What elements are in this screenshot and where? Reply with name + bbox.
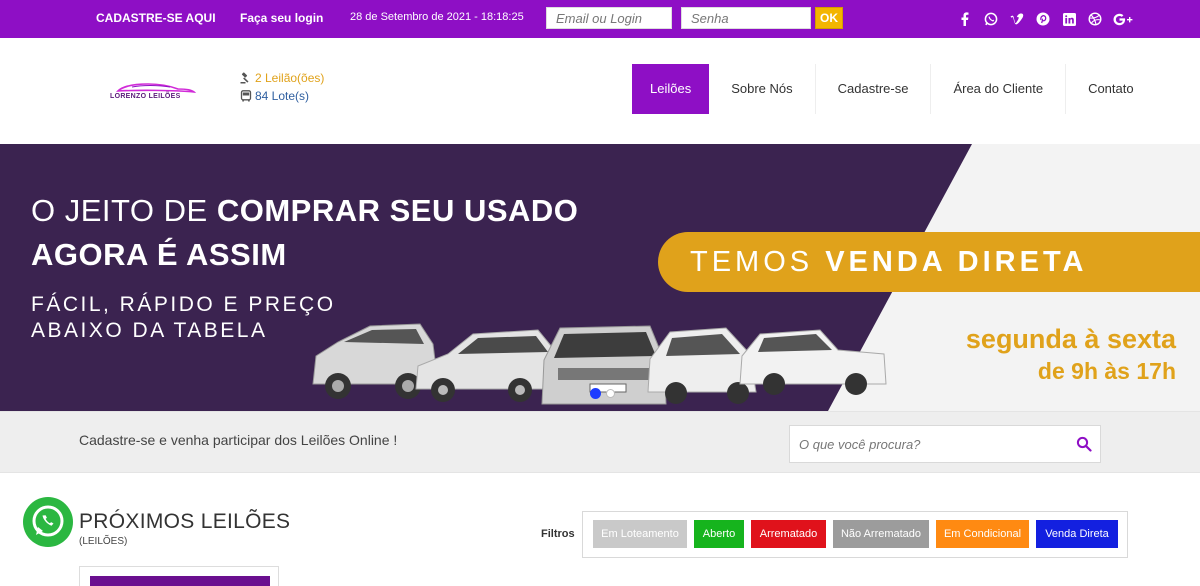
auction-stats: 2 Leilão(ões) 84 Lote(s) bbox=[240, 69, 324, 105]
banner-headline-light: O JEITO DE bbox=[31, 193, 208, 228]
filter-nao-arrematado[interactable]: Não Arrematado bbox=[833, 520, 929, 548]
site-logo[interactable]: LORENZO LEILÕES bbox=[110, 81, 202, 103]
facebook-icon[interactable] bbox=[952, 9, 978, 29]
auction-count: 2 Leilão(ões) bbox=[255, 71, 325, 85]
email-field[interactable] bbox=[546, 7, 672, 29]
vimeo-icon[interactable] bbox=[1004, 9, 1030, 29]
top-bar: CADASTRE-SE AQUI Faça seu login 28 de Se… bbox=[0, 0, 1200, 38]
whatsapp-logo-icon bbox=[32, 505, 64, 537]
filters-label: Filtros bbox=[541, 528, 575, 540]
banner-sub-line-1: FÁCIL, RÁPIDO E PREÇO bbox=[31, 293, 336, 316]
linkedin-icon[interactable] bbox=[1056, 9, 1082, 29]
gavel-icon bbox=[240, 72, 249, 84]
register-link[interactable]: CADASTRE-SE AQUI bbox=[96, 11, 216, 25]
social-links bbox=[952, 9, 1138, 29]
promo-banner[interactable]: O JEITO DE COMPRAR SEU USADO AGORA É ASS… bbox=[0, 144, 1200, 411]
main-nav: Leilões Sobre Nós Cadastre-se Área do Cl… bbox=[632, 64, 1156, 114]
google-plus-icon[interactable] bbox=[1108, 9, 1138, 29]
section-title: PRÓXIMOS LEILÕES bbox=[79, 510, 291, 533]
search-icon[interactable] bbox=[1076, 436, 1092, 452]
pill-light-text: TEMOS bbox=[690, 246, 814, 278]
auction-card[interactable] bbox=[79, 566, 279, 586]
logo-text: LORENZO LEILÕES bbox=[110, 93, 181, 100]
section-subtitle: (LEILÕES) bbox=[79, 536, 128, 547]
lot-count-link[interactable]: 84 Lote(s) bbox=[240, 87, 324, 105]
password-field[interactable] bbox=[681, 7, 811, 29]
car-gol bbox=[739, 329, 887, 395]
filter-venda-direta[interactable]: Venda Direta bbox=[1036, 520, 1118, 548]
filter-em-loteamento[interactable]: Em Loteamento bbox=[593, 520, 687, 548]
bus-icon bbox=[240, 90, 252, 102]
nav-item-cadastre-se[interactable]: Cadastre-se bbox=[816, 64, 932, 114]
filter-aberto[interactable]: Aberto bbox=[694, 520, 744, 548]
pill-bold-text: VENDA DIRETA bbox=[825, 246, 1088, 278]
whatsapp-icon[interactable] bbox=[978, 9, 1004, 29]
search-box bbox=[789, 425, 1101, 463]
datetime-display: 28 de Setembro de 2021 - 18:18:25 bbox=[350, 11, 524, 23]
carousel-dot-1[interactable] bbox=[590, 388, 601, 399]
schedule-hours: de 9h às 17h bbox=[1037, 358, 1176, 384]
nav-item-leiloes[interactable]: Leilões bbox=[632, 64, 710, 114]
login-link[interactable]: Faça seu login bbox=[240, 11, 323, 25]
register-message: Cadastre-se e venha participar dos Leilõ… bbox=[79, 432, 398, 448]
nav-item-contato[interactable]: Contato bbox=[1066, 64, 1156, 114]
banner-subheadline: FÁCIL, RÁPIDO E PREÇO ABAIXO DA TABELA bbox=[31, 292, 336, 344]
status-filters: Em Loteamento Aberto Arrematado Não Arre… bbox=[582, 511, 1128, 558]
lot-count: 84 Lote(s) bbox=[255, 89, 310, 103]
filter-em-condicional[interactable]: Em Condicional bbox=[936, 520, 1029, 548]
auction-card-header bbox=[90, 576, 270, 586]
search-input[interactable] bbox=[790, 426, 1070, 462]
banner-headline-bold-1: COMPRAR SEU USADO bbox=[216, 193, 579, 228]
dribbble-icon[interactable] bbox=[1082, 9, 1108, 29]
login-ok-button[interactable]: OK bbox=[815, 7, 843, 29]
car-sedan-1 bbox=[415, 329, 559, 402]
schedule-days: segunda à sexta bbox=[965, 324, 1176, 354]
search-strip: Cadastre-se e venha participar dos Leilõ… bbox=[0, 411, 1200, 473]
nav-item-area-do-cliente[interactable]: Área do Cliente bbox=[931, 64, 1067, 114]
carousel-dots bbox=[590, 388, 615, 399]
banner-headline: O JEITO DE COMPRAR SEU USADO AGORA É ASS… bbox=[31, 189, 578, 277]
banner-sub-line-2: ABAIXO DA TABELA bbox=[31, 319, 268, 342]
carousel-dot-2[interactable] bbox=[606, 389, 615, 398]
direct-sale-pill: TEMOS VENDA DIRETA bbox=[658, 232, 1200, 292]
pinterest-icon[interactable] bbox=[1030, 9, 1056, 29]
nav-item-sobre-nos[interactable]: Sobre Nós bbox=[709, 64, 816, 114]
auction-count-link[interactable]: 2 Leilão(ões) bbox=[240, 69, 324, 87]
whatsapp-float-button[interactable] bbox=[23, 497, 73, 547]
banner-headline-bold-2: AGORA É ASSIM bbox=[31, 237, 287, 272]
filter-arrematado[interactable]: Arrematado bbox=[751, 520, 826, 548]
site-header: LORENZO LEILÕES 2 Leilão(ões) 84 Lote(s)… bbox=[0, 38, 1200, 144]
